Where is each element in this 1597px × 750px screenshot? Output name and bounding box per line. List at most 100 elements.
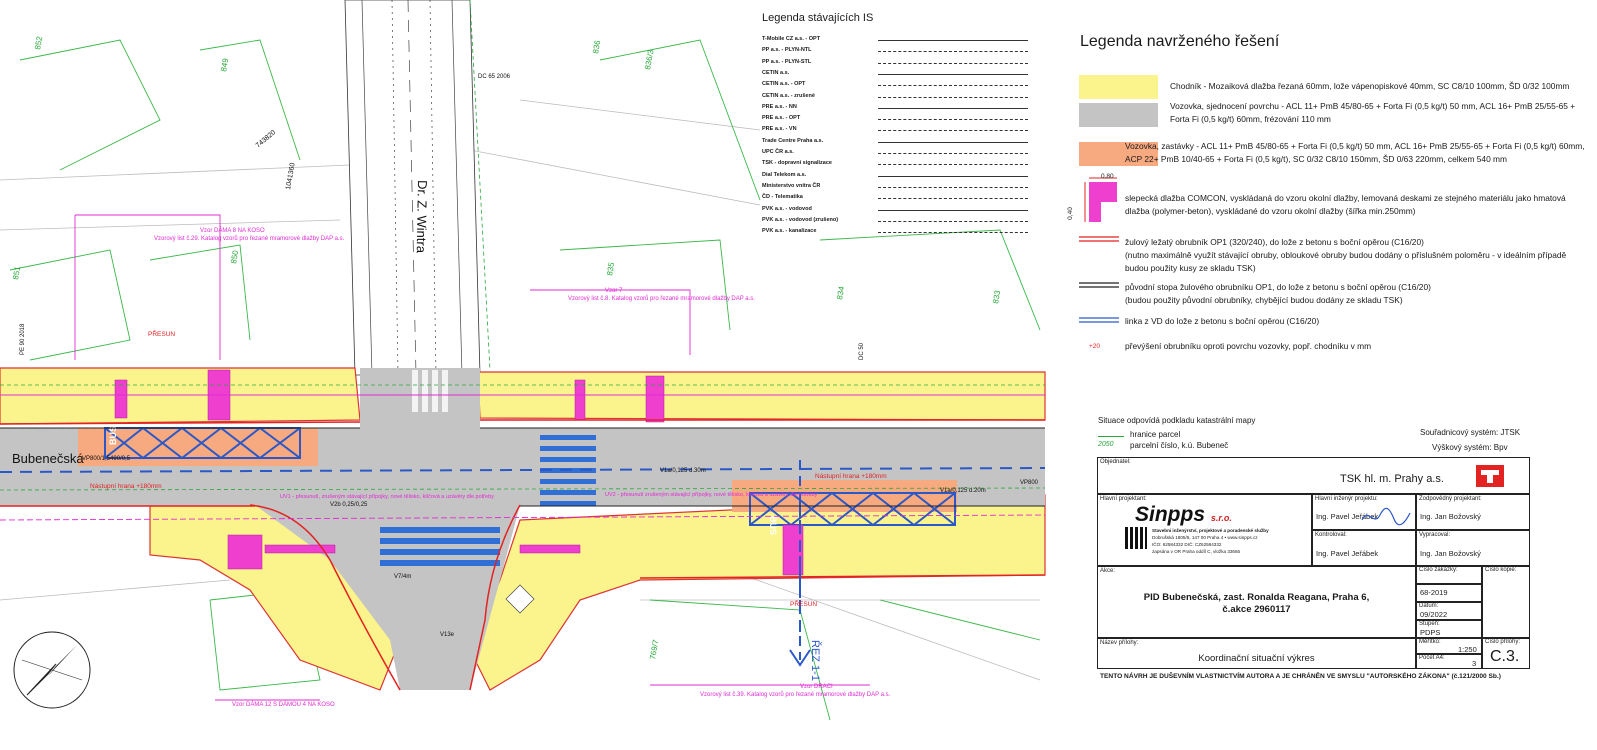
- objednatel-label: Objednatel:: [1100, 459, 1131, 465]
- existing-legend-line: [878, 73, 1028, 75]
- akce-label: Akce:: [1100, 568, 1116, 574]
- prevyseni-value: +20: [1089, 343, 1101, 350]
- existing-legend-row: Dial Telekom a.s.: [762, 171, 807, 178]
- existing-legend-line: [878, 198, 1028, 200]
- cislo-zakazky-label: Číslo zakázky:: [1419, 567, 1458, 573]
- parcel-boundary-swatch: [1098, 436, 1124, 437]
- company-reg: zapsána v OR Praha oddíl C, vložka 33665: [1152, 549, 1241, 554]
- v1a-label: V1a/0,125 d.30m: [660, 468, 706, 474]
- existing-legend-row: PRE a.s. - OPT: [762, 115, 801, 122]
- site-plan-drawing: Dr. Z. Wintra BUS BUS ŘEZ 1-1 Bubenečská…: [0, 0, 1050, 750]
- pe-label: PE 90 2018: [20, 323, 26, 355]
- kontroloval-label: Kontroloval:: [1315, 532, 1347, 538]
- company-address: Dobrušská 1805/5, 147 00 Praha 4 • www.s…: [1152, 535, 1258, 540]
- objednatel-row: [1097, 457, 1530, 494]
- existing-legend-line: [878, 164, 1028, 166]
- cislo-kopie-label: Číslo kopie:: [1485, 567, 1517, 573]
- hrana-label-2: Nástupní hrana +180mm: [815, 473, 887, 480]
- vd-line-icon: [1079, 317, 1119, 323]
- cislo-kopie-cell: [1482, 566, 1530, 638]
- meritko-label: Měřítko:: [1419, 639, 1441, 645]
- curb-black-text: původní stopa žulového obrubníku OP1, do…: [1125, 282, 1431, 292]
- vd-line-text: linka z VD do lože z betonu s boční opěr…: [1125, 316, 1320, 326]
- company-logo: Sinpps s.r.o.: [1135, 503, 1232, 526]
- signature-icon: [1361, 507, 1411, 526]
- vzor-label-4: Vzor DÁMA 12 S DÁMOU 4 NA KOSO: [232, 701, 335, 708]
- company-desc: Stavební inženýrství, projektové a porad…: [1152, 528, 1269, 533]
- existing-legend-line: [878, 96, 1028, 98]
- existing-legend-line: [878, 119, 1028, 121]
- priloha-value: Koordinační situační výkres: [1198, 653, 1315, 664]
- copyright-notice: TENTO NÁVRH JE DUŠEVNÍM VLASTNICTVÍM AUT…: [1100, 673, 1501, 680]
- vozovka-swatch: [1079, 103, 1158, 127]
- company-ico: IČO: 62584332 DIČ: CZ62584332: [1152, 542, 1222, 547]
- existing-legend-row: PRE a.s. - VN: [762, 126, 797, 133]
- hip-label: Hlavní inženýr projektu:: [1315, 496, 1378, 502]
- tsk-logo-icon: [1473, 461, 1507, 491]
- vp-label: VP800/1,5490/0,5: [82, 456, 131, 462]
- presun-label-1: PŘESUN: [148, 329, 175, 338]
- dc-label: DC 65 2006: [478, 74, 511, 80]
- existing-legend-row: PVK a.s. - vodovod (zrušeno): [762, 216, 839, 223]
- hrana-label-1: Nástupní hrana +180mm: [90, 483, 162, 490]
- datum-value: 09/2022: [1420, 610, 1448, 619]
- existing-legend-line: [878, 209, 1028, 211]
- existing-legend-line: [878, 232, 1028, 234]
- comcon-dim-a: 0,80: [1101, 173, 1114, 180]
- pocet-label: Počet A4:: [1419, 655, 1445, 661]
- datum-label: Datum:: [1419, 603, 1439, 609]
- existing-legend-line: [878, 141, 1028, 143]
- stupen-value: PDPS: [1420, 628, 1441, 637]
- chodnik-swatch: [1079, 75, 1158, 99]
- existing-legend-line: [878, 62, 1028, 64]
- comcon-text: slepecká dlažba COMCON, vyskládaná do vz…: [1125, 193, 1566, 216]
- proposed-legend-title: Legenda navrženého řešení: [1080, 33, 1280, 50]
- section-label: ŘEZ 1-1: [809, 640, 822, 681]
- uv2-label: UV2 - přesunutí zrušeným stávající přípo…: [605, 492, 818, 498]
- pocet-value: 3: [1472, 659, 1477, 668]
- curb-red-text: žulový ležatý obrubník OP1 (320/240), do…: [1125, 237, 1424, 247]
- curb-black-note: (budou použity původní obrubníky, chyběj…: [1125, 295, 1403, 305]
- cislo-prilohy-value: C.3.: [1490, 648, 1520, 665]
- meritko-value: 1:250: [1458, 645, 1477, 654]
- existing-legend-row: PRE a.s. - NN: [762, 103, 797, 110]
- hlavni-projektant-label: Hlavní projektant:: [1100, 496, 1147, 502]
- existing-legend-row: CETIN a.s. - zrušené: [762, 92, 815, 99]
- existing-legend-row: PP a.s. - PLYN-STL: [762, 58, 812, 65]
- existing-legend-line: [878, 175, 1028, 177]
- akce-number: č.akce 2960117: [1222, 604, 1291, 615]
- v2b-label: V2b 0,25/0,25: [330, 502, 368, 508]
- cadastre-note: Situace odpovídá podkladu katastrální ma…: [1098, 416, 1256, 425]
- existing-legend-line: [878, 220, 1028, 222]
- existing-legend-row: CETIN a.s. - OPT: [762, 81, 806, 88]
- akce-value: PID Bubenečská, zast. Ronalda Reagana, P…: [1143, 592, 1370, 603]
- priloha-label: Název přílohy:: [1100, 640, 1139, 646]
- existing-legend-line: [878, 85, 1028, 87]
- existing-legend-row: Ministerstvo vnitra ČR: [762, 182, 821, 189]
- parcel-number-sample: 2050: [1098, 441, 1114, 448]
- uv1-label: UV1 - přesunutí, zrušeným stávající příp…: [280, 494, 494, 500]
- existing-legend-line: [878, 107, 1028, 109]
- existing-legend-line: [878, 153, 1028, 154]
- vozovka-text: Vozovka, sjednocení povrchu - ACL 11+ Pm…: [1170, 101, 1576, 124]
- comcon-dim-b: 0,40: [1066, 207, 1074, 220]
- existing-legend-row: ČD - Telematika: [762, 194, 803, 201]
- vzor-label-2: Vzor 7: [605, 288, 623, 294]
- prevyseni-text: převýšení obrubníku oproti povrchu vozov…: [1125, 341, 1372, 351]
- v1a-label-2: V1a/0,125 d.20m: [940, 488, 986, 494]
- existing-legend-row: PP a.s. - PLYN-NTL: [762, 47, 812, 54]
- curb-red-note: (nutno maximálně využít stávající obruby…: [1125, 250, 1567, 273]
- height-system: Výškový systém: Bpv: [1432, 443, 1508, 452]
- zodp-label: Zodpovědný projektant:: [1419, 496, 1482, 502]
- existing-legend-row: CETIN a.s.: [762, 69, 790, 76]
- existing-legend-title: Legenda stávajících IS: [762, 12, 874, 24]
- existing-legend-row: TSK - dopravní signalizace: [762, 160, 832, 167]
- zastavky-text: Vozovka, zastávky - ACL 11+ PmB 45/80-65…: [1125, 141, 1585, 164]
- existing-legend-line: [878, 186, 1028, 188]
- curb-red-icon: [1079, 236, 1119, 242]
- existing-legend-row: PVK a.s. - kanalizace: [762, 228, 817, 235]
- v4-label: V7/4m: [394, 574, 411, 580]
- curb-black-icon: [1079, 282, 1119, 288]
- chodnik-text: Chodník - Mozaiková dlažba řezaná 60mm, …: [1170, 81, 1570, 91]
- coord-system: Souřadnicový systém: JTSK: [1420, 428, 1521, 437]
